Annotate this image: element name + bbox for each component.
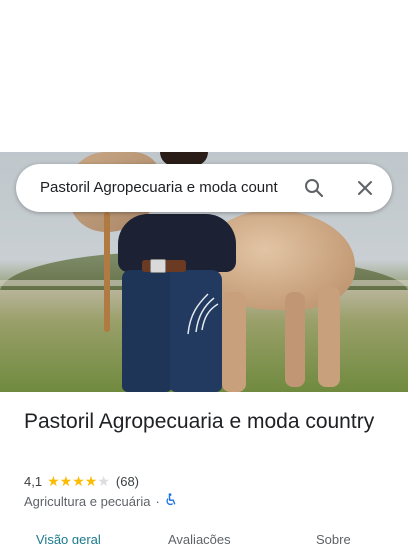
search-icon[interactable] [302, 176, 326, 200]
tab-reviews[interactable]: Avaliações [168, 532, 231, 544]
place-sheet: Pastoril Agropecuaria e moda count Pasto… [0, 0, 408, 544]
belt-buckle [150, 259, 166, 273]
star-icon: ★ [47, 473, 60, 489]
star-icon: ★ [97, 473, 110, 489]
star-rating: ★ ★ ★ ★ ★ [47, 474, 110, 488]
person-jeans [122, 270, 172, 392]
rating-value: 4,1 [24, 473, 43, 489]
tab-about[interactable]: Sobre [316, 532, 351, 544]
place-title: Pastoril Agropecuaria e moda country [24, 410, 375, 433]
close-icon[interactable] [353, 176, 377, 200]
place-tabs: Visão geral Avaliações Sobre [0, 530, 408, 544]
lead-rope [104, 212, 110, 332]
horse-leg [318, 287, 340, 387]
horse-leg [285, 292, 305, 387]
separator: · [155, 493, 160, 509]
wheelchair-icon [165, 493, 177, 509]
place-category: Agricultura e pecuária [24, 493, 151, 509]
category-row: Agricultura e pecuária · [24, 492, 177, 510]
review-count[interactable]: (68) [116, 474, 139, 489]
star-icon: ★ [84, 473, 98, 489]
star-icon: ★ [59, 473, 73, 489]
search-input[interactable]: Pastoril Agropecuaria e moda count [40, 178, 304, 198]
search-bar[interactable]: Pastoril Agropecuaria e moda count [16, 164, 392, 212]
star-icon: ★ [72, 473, 85, 489]
tab-overview[interactable]: Visão geral [36, 532, 101, 544]
rating-row[interactable]: 4,1 ★ ★ ★ ★ ★ (68) [24, 472, 139, 490]
person-jeans [170, 270, 222, 392]
